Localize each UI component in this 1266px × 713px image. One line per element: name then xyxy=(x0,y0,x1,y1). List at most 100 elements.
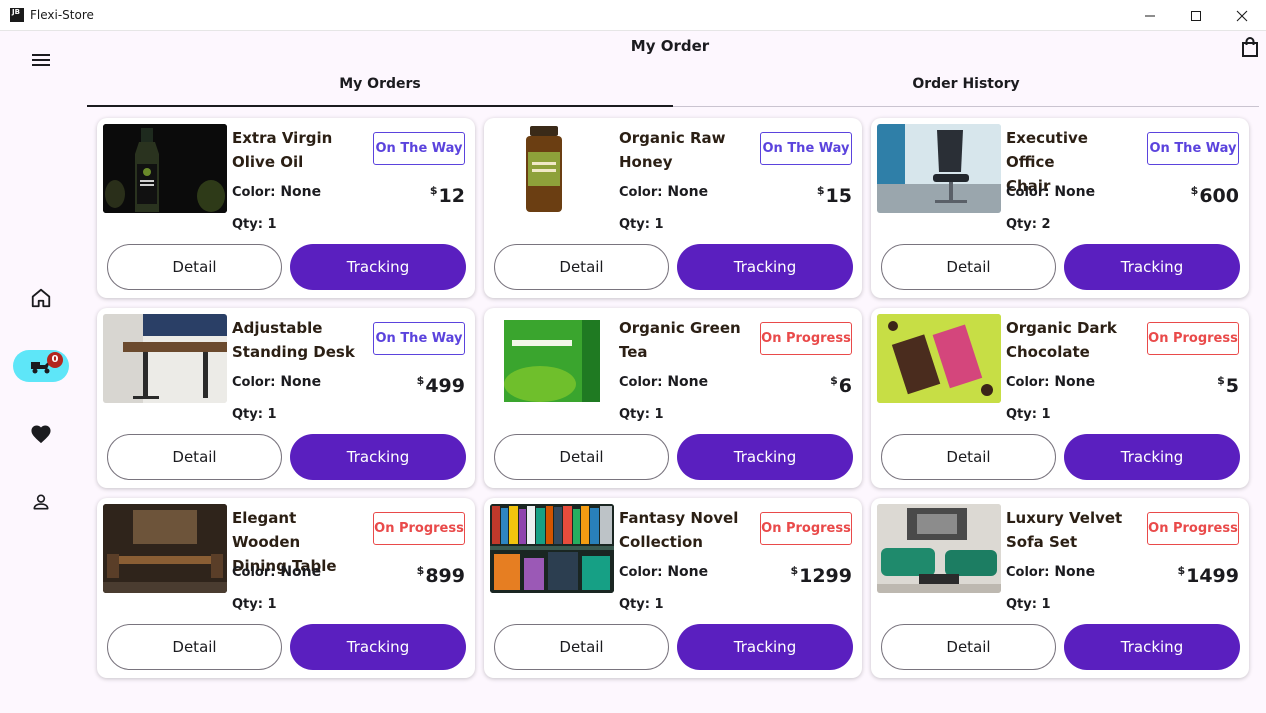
detail-button[interactable]: Detail xyxy=(881,244,1056,290)
product-image-green-tea xyxy=(490,314,614,403)
product-color: Color: None xyxy=(232,184,322,200)
order-card: Elegant Wooden Dining Table On Progress C… xyxy=(97,498,475,678)
window-titlebar: JB Flexi-Store xyxy=(0,0,1266,31)
tracking-button[interactable]: Tracking xyxy=(290,624,466,670)
product-price: $1499 xyxy=(1177,564,1239,587)
maximize-icon xyxy=(1191,10,1201,21)
nav-favorites[interactable] xyxy=(13,418,69,450)
product-qty: Qty: 1 xyxy=(232,407,277,422)
status-badge: On Progress xyxy=(1147,322,1239,355)
product-color: Color: None xyxy=(1006,374,1096,390)
shopping-bag-icon xyxy=(1242,37,1258,57)
order-card: Fantasy Novel Collection On Progress Colo… xyxy=(484,498,862,678)
detail-button[interactable]: Detail xyxy=(881,434,1056,480)
minimize-icon xyxy=(1145,15,1155,16)
status-badge: On The Way xyxy=(373,322,465,355)
product-color: Color: None xyxy=(619,374,709,390)
order-card: Organic Green Tea On Progress Color: None… xyxy=(484,308,862,488)
window-title: Flexi-Store xyxy=(30,8,94,22)
home-icon xyxy=(31,288,51,308)
tracking-button[interactable]: Tracking xyxy=(1064,434,1240,480)
tracking-button[interactable]: Tracking xyxy=(290,244,466,290)
detail-button[interactable]: Detail xyxy=(107,624,282,670)
person-icon xyxy=(33,494,49,510)
maximize-button[interactable] xyxy=(1173,0,1219,31)
minimize-button[interactable] xyxy=(1127,0,1173,31)
cart-button[interactable] xyxy=(1238,35,1262,59)
product-name: Organic Green Tea xyxy=(619,319,741,361)
product-qty: Qty: 1 xyxy=(1006,407,1051,422)
tracking-button[interactable]: Tracking xyxy=(1064,244,1240,290)
order-card: Organic Raw Honey On The Way Color: None … xyxy=(484,118,862,298)
product-price: $499 xyxy=(416,374,465,397)
page-title: My Order xyxy=(630,37,710,55)
tab-my-orders[interactable]: My Orders xyxy=(87,67,673,107)
product-name: Organic Raw Honey xyxy=(619,129,726,171)
detail-button[interactable]: Detail xyxy=(107,434,282,480)
order-card: Extra Virgin Olive Oil On The Way Color: … xyxy=(97,118,475,298)
tab-order-history[interactable]: Order History xyxy=(673,67,1259,107)
order-card: Organic Dark Chocolate On Progress Color:… xyxy=(871,308,1249,488)
product-color: Color: None xyxy=(619,184,709,200)
close-button[interactable] xyxy=(1219,0,1265,31)
product-qty: Qty: 2 xyxy=(1006,217,1051,232)
product-price: $600 xyxy=(1190,184,1239,207)
product-name: Luxury Velvet Sofa Set xyxy=(1006,509,1123,551)
orders-badge: 0 xyxy=(47,352,63,368)
product-qty: Qty: 1 xyxy=(619,217,664,232)
order-card: Adjustable Standing Desk On The Way Color… xyxy=(97,308,475,488)
detail-button[interactable]: Detail xyxy=(107,244,282,290)
nav-my-orders[interactable]: 0 xyxy=(13,350,69,382)
status-badge: On Progress xyxy=(760,322,852,355)
detail-button[interactable]: Detail xyxy=(494,434,669,480)
product-image-novel-collection xyxy=(490,504,614,593)
product-name: Extra Virgin Olive Oil xyxy=(232,129,333,171)
product-name: Fantasy Novel Collection xyxy=(619,509,739,551)
active-tab-indicator xyxy=(87,105,673,107)
status-badge: On The Way xyxy=(373,132,465,165)
tracking-button[interactable]: Tracking xyxy=(1064,624,1240,670)
product-name: Adjustable Standing Desk xyxy=(232,319,355,361)
product-color: Color: None xyxy=(1006,184,1096,200)
product-price: $5 xyxy=(1217,374,1239,397)
product-price: $12 xyxy=(429,184,465,207)
detail-button[interactable]: Detail xyxy=(494,624,669,670)
tracking-button[interactable]: Tracking xyxy=(677,244,853,290)
hamburger-icon xyxy=(32,54,50,66)
app-body: My Order My Orders Order History 0 Extra… xyxy=(0,31,1266,713)
tab-bar: My Orders Order History xyxy=(87,67,1259,107)
product-image-office-chair xyxy=(877,124,1001,213)
product-price: $6 xyxy=(830,374,852,397)
tracking-button[interactable]: Tracking xyxy=(677,624,853,670)
detail-button[interactable]: Detail xyxy=(881,624,1056,670)
app-icon: JB xyxy=(10,8,24,22)
menu-button[interactable] xyxy=(28,49,54,71)
detail-button[interactable]: Detail xyxy=(494,244,669,290)
product-image-honey xyxy=(490,124,614,213)
status-badge: On The Way xyxy=(1147,132,1239,165)
product-price: $1299 xyxy=(790,564,852,587)
status-badge: On Progress xyxy=(373,512,465,545)
product-image-standing-desk xyxy=(103,314,227,403)
heart-icon xyxy=(31,425,51,444)
product-price: $15 xyxy=(816,184,852,207)
product-qty: Qty: 1 xyxy=(619,597,664,612)
close-icon xyxy=(1236,10,1248,21)
product-color: Color: None xyxy=(232,374,322,390)
tracking-button[interactable]: Tracking xyxy=(677,434,853,480)
nav-profile[interactable] xyxy=(13,486,69,518)
product-color: Color: None xyxy=(232,564,322,580)
order-card: Executive Office Chair On The Way Color: … xyxy=(871,118,1249,298)
product-qty: Qty: 1 xyxy=(232,597,277,612)
tracking-button[interactable]: Tracking xyxy=(290,434,466,480)
product-qty: Qty: 1 xyxy=(232,217,277,232)
product-image-velvet-sofa xyxy=(877,504,1001,593)
product-image-olive-oil xyxy=(103,124,227,213)
status-badge: On Progress xyxy=(760,512,852,545)
status-badge: On Progress xyxy=(1147,512,1239,545)
product-color: Color: None xyxy=(1006,564,1096,580)
product-image-dark-chocolate xyxy=(877,314,1001,403)
product-price: $899 xyxy=(416,564,465,587)
product-color: Color: None xyxy=(619,564,709,580)
nav-home[interactable] xyxy=(13,282,69,314)
